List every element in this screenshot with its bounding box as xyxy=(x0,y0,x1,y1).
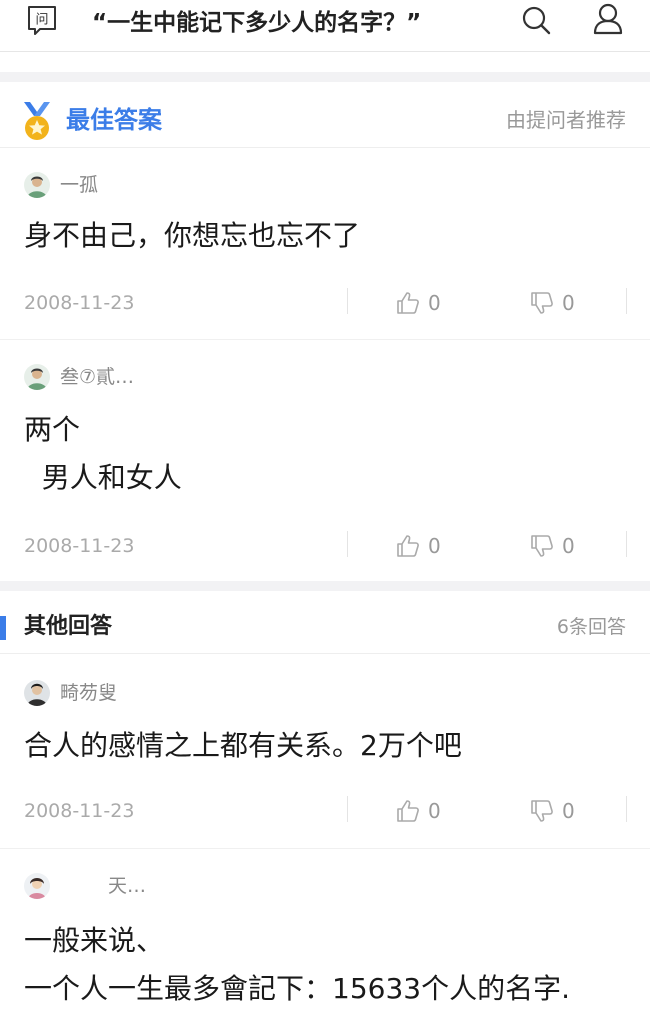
other-answers-label: 其他回答 xyxy=(24,614,113,639)
answer-content: 两个 男人和女人 xyxy=(24,413,182,494)
thumb-down-icon xyxy=(531,292,553,314)
like-button[interactable]: 0 xyxy=(396,796,441,826)
ask-icon-label: 问 xyxy=(35,13,48,28)
dislike-button[interactable]: 0 xyxy=(530,531,575,561)
recommended-hint: 由提问者推荐 xyxy=(506,108,626,132)
divider xyxy=(347,531,348,557)
divider xyxy=(626,796,627,822)
answer-content: 一般来说、 一个人一生最多會記下：15633个人的名字. xyxy=(24,924,570,1005)
answer-date: 2008-11-23 xyxy=(24,535,135,557)
divider xyxy=(626,288,627,314)
avatar[interactable] xyxy=(24,364,50,390)
search-icon[interactable] xyxy=(520,4,552,36)
answer-content: 身不由己，你想忘也忘不了 xyxy=(24,219,361,252)
answer-meta: 2008-11-23 0 0 xyxy=(0,796,650,826)
answer-item: 天… 一般来说、 一个人一生最多會記下：15633个人的名字. xyxy=(0,849,650,1024)
user-icon[interactable] xyxy=(592,2,624,36)
avatar[interactable] xyxy=(24,680,50,706)
answer-username[interactable]: 畸芴叟 xyxy=(60,680,117,706)
dislike-count: 0 xyxy=(562,799,575,823)
thumb-down-icon xyxy=(531,800,553,822)
answer-username[interactable]: 一孤 xyxy=(60,172,98,198)
answer-content: 合人的感情之上都有关系。2万个吧 xyxy=(24,729,462,762)
best-answer-header: 最佳答案 由提问者推荐 xyxy=(0,92,650,148)
question-title: “一生中能记下多少人的名字？” xyxy=(92,10,422,36)
thumb-down-icon xyxy=(531,535,553,557)
answer-date: 2008-11-23 xyxy=(24,292,135,314)
like-count: 0 xyxy=(428,291,441,315)
thumb-up-icon xyxy=(397,800,419,822)
divider xyxy=(626,531,627,557)
dislike-count: 0 xyxy=(562,534,575,558)
avatar[interactable] xyxy=(24,873,50,899)
medal-icon xyxy=(20,100,54,142)
ask-icon[interactable]: 问 xyxy=(26,4,58,36)
answer-item: 叁⑦貳… 两个 男人和女人 2008-11-23 0 0 xyxy=(0,340,650,580)
answer-item: 畸芴叟 合人的感情之上都有关系。2万个吧 2008-11-23 0 0 xyxy=(0,654,650,849)
best-answer-label: 最佳答案 xyxy=(66,106,162,134)
section-accent-bar xyxy=(0,616,6,640)
section-divider xyxy=(0,581,650,591)
like-button[interactable]: 0 xyxy=(396,531,441,561)
other-answers-header: 其他回答 6条回答 xyxy=(0,600,650,654)
like-count: 0 xyxy=(428,534,441,558)
dislike-count: 0 xyxy=(562,291,575,315)
thumb-up-icon xyxy=(397,535,419,557)
like-count: 0 xyxy=(428,799,441,823)
answer-username[interactable]: 天… xyxy=(108,873,146,899)
dislike-button[interactable]: 0 xyxy=(530,288,575,318)
answer-date: 2008-11-23 xyxy=(24,800,135,822)
answer-item: 一孤 身不由己，你想忘也忘不了 2008-11-23 0 0 xyxy=(0,148,650,340)
avatar[interactable] xyxy=(24,172,50,198)
section-divider xyxy=(0,72,650,82)
answer-username[interactable]: 叁⑦貳… xyxy=(60,364,134,390)
answer-count: 6条回答 xyxy=(556,616,626,638)
top-bar: 问 “一生中能记下多少人的名字？” xyxy=(0,0,650,52)
dislike-button[interactable]: 0 xyxy=(530,796,575,826)
answer-meta: 2008-11-23 0 0 xyxy=(0,288,650,318)
divider xyxy=(347,796,348,822)
like-button[interactable]: 0 xyxy=(396,288,441,318)
thumb-up-icon xyxy=(397,292,419,314)
answer-meta: 2008-11-23 0 0 xyxy=(0,531,650,561)
divider xyxy=(347,288,348,314)
